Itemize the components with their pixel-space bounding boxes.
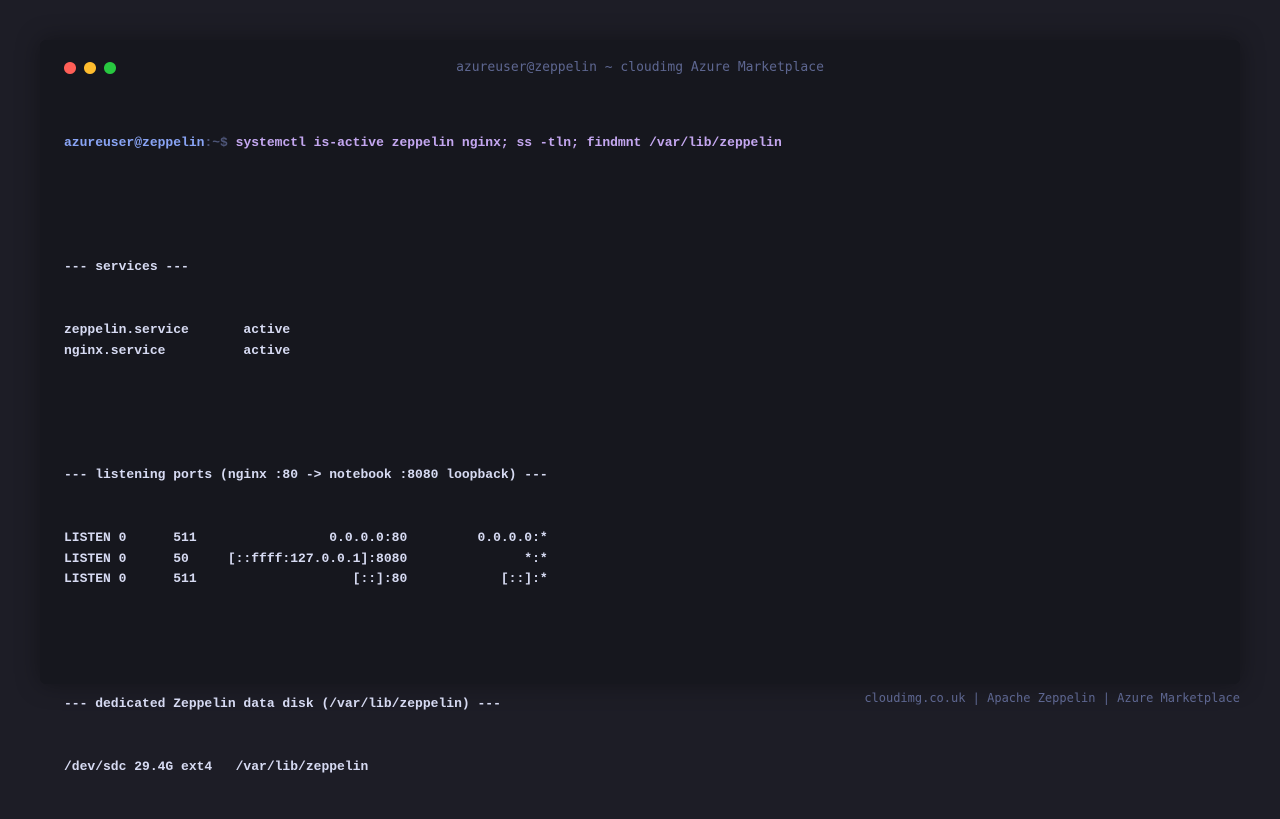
command-text: systemctl is-active zeppelin nginx; ss -… [235,134,782,150]
ports-header: --- listening ports (nginx :80 -> notebo… [64,467,548,483]
services-header: --- services --- [64,259,189,275]
prompt-path: :~$ [204,134,236,150]
disk-header: --- dedicated Zeppelin data disk (/var/l… [64,696,501,712]
footer-text: cloudimg.co.uk | Apache Zeppelin | Azure… [864,691,1240,705]
title-bar: azureuser@zeppelin ~ cloudimg Azure Mark… [40,40,1240,96]
terminal-window: azureuser@zeppelin ~ cloudimg Azure Mark… [40,40,1240,774]
disk-row: /dev/sdc 29.4G ext4 /var/lib/zeppelin [64,758,369,774]
service-row: nginx.service active [64,342,291,358]
service-row: zeppelin.service active [64,321,291,337]
window-title: azureuser@zeppelin ~ cloudimg Azure Mark… [456,60,824,75]
prompt-user: azureuser@zeppelin [64,134,205,150]
ports-list: LISTEN 0 511 0.0.0.0:80 0.0.0.0:* LISTEN … [64,528,782,590]
prompt-line: azureuser@zeppelin:~$ systemctl is-activ… [64,133,782,154]
port-row: LISTEN 0 511 0.0.0.0:80 0.0.0.0:* [64,529,548,545]
port-row: LISTEN 0 50 [::ffff:127.0.0.1]:8080 *:* [64,550,548,566]
services-list: zeppelin.service active nginx.service act… [64,320,782,362]
terminal-output[interactable]: azureuser@zeppelin:~$ systemctl is-activ… [64,91,782,819]
port-row: LISTEN 0 511 [::]:80 [::]:* [64,571,548,587]
